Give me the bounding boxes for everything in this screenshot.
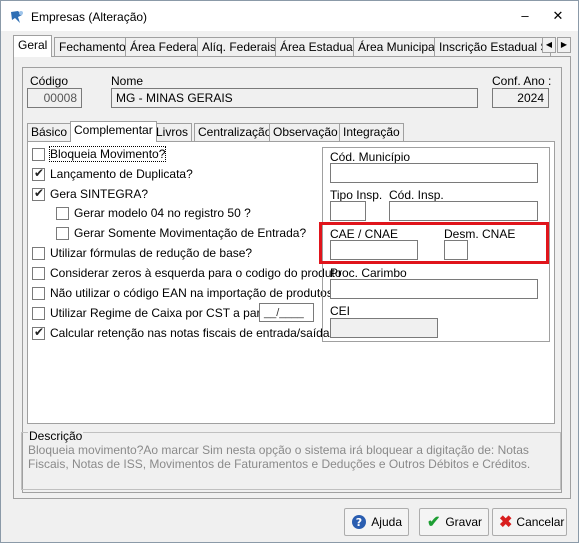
tab-geral[interactable]: Geral xyxy=(13,35,53,57)
tab-inscricao-estadual[interactable]: Inscrição Estadual S xyxy=(434,37,551,57)
help-icon: ? xyxy=(351,513,367,531)
subtab-livros[interactable]: Livros xyxy=(152,123,193,142)
cancel-button-label: Cancelar xyxy=(516,515,565,529)
codigo-label: Código xyxy=(30,74,69,88)
checkbox-label: Lançamento de Duplicata? xyxy=(50,167,193,181)
checkbox-label: Considerar zeros à esquerda para o codig… xyxy=(50,266,342,280)
checkbox-box[interactable] xyxy=(32,286,45,300)
tab-area-municipal[interactable]: Área Municipal xyxy=(353,37,443,57)
codigo-field: 00008 xyxy=(27,88,82,108)
checkbox-box[interactable] xyxy=(32,266,45,280)
conf-ano-field: 2024 xyxy=(492,88,549,108)
checkbox-label: Utilizar Regime de Caixa por CST a parti… xyxy=(50,306,288,320)
checkbox-label: Não utilizar o código EAN na importação … xyxy=(50,286,333,300)
help-button[interactable]: ? Ajuda xyxy=(344,508,409,536)
description-title: Descrição xyxy=(28,429,84,443)
tab-area-estadual[interactable]: Área Estadual xyxy=(275,37,361,57)
help-button-label: Ajuda xyxy=(371,515,402,529)
lancamento-duplicata-checkbox[interactable]: Lançamento de Duplicata? xyxy=(32,166,193,181)
checkbox-box[interactable] xyxy=(32,147,45,161)
tab-area-federal[interactable]: Área Federal xyxy=(125,37,205,57)
cei-input xyxy=(330,318,438,338)
checkbox-box[interactable] xyxy=(32,325,45,340)
checkbox-label: Gera SINTEGRA? xyxy=(50,187,149,201)
checkbox-label: Gerar Somente Movimentação de Entrada? xyxy=(74,226,307,240)
checkbox-box[interactable] xyxy=(32,246,45,260)
close-button[interactable]: ✕ xyxy=(548,7,568,25)
tab-fechamento[interactable]: Fechamento xyxy=(54,37,131,57)
subtab-observacao[interactable]: Observação xyxy=(269,123,342,142)
calcular-retencao-checkbox[interactable]: Calcular retenção nas notas fiscais de e… xyxy=(32,325,330,340)
subtab-basico[interactable]: Básico xyxy=(27,123,72,142)
cod-insp-label: Cód. Insp. xyxy=(389,188,444,202)
nome-field: MG - MINAS GERAIS xyxy=(111,88,478,108)
save-button[interactable]: ✔ Gravar xyxy=(419,508,489,536)
subtab-complementar[interactable]: Complementar xyxy=(70,121,157,142)
cod-municipio-label: Cód. Município xyxy=(330,150,411,164)
nome-label: Nome xyxy=(111,74,144,88)
tipo-insp-label: Tipo Insp. xyxy=(330,188,383,202)
checkbox-box[interactable] xyxy=(56,226,69,240)
proc-carimbo-label: Proc. Carimbo xyxy=(330,266,407,280)
description-text: Bloqueia movimento?Ao marcar Sim nesta o… xyxy=(28,443,531,471)
checkbox-box[interactable] xyxy=(32,186,45,201)
cod-municipio-input[interactable] xyxy=(330,163,538,183)
checkbox-box[interactable] xyxy=(32,306,45,320)
cross-icon: ✖ xyxy=(499,514,513,531)
nao-utilizar-ean-checkbox[interactable]: Não utilizar o código EAN na importação … xyxy=(32,286,333,300)
regime-caixa-date-input[interactable]: __/____ xyxy=(259,303,314,322)
tab-scroll-left-icon[interactable]: ◀ xyxy=(542,37,556,53)
window-title: Empresas (Alteração) xyxy=(31,10,148,24)
svg-text:?: ? xyxy=(356,516,362,529)
proc-carimbo-input[interactable] xyxy=(330,279,538,299)
gera-sintegra-checkbox[interactable]: Gera SINTEGRA? xyxy=(32,186,149,201)
save-button-label: Gravar xyxy=(445,515,482,529)
app-icon xyxy=(11,11,23,23)
cei-label: CEI xyxy=(330,304,351,318)
regime-caixa-checkbox[interactable]: Utilizar Regime de Caixa por CST a parti… xyxy=(32,306,287,320)
check-icon: ✔ xyxy=(426,514,441,531)
checkbox-label: Calcular retenção nas notas fiscais de e… xyxy=(50,326,330,340)
zeros-esquerda-checkbox[interactable]: Considerar zeros à esquerda para o codig… xyxy=(32,266,342,280)
checkbox-label: Gerar modelo 04 no registro 50 ? xyxy=(74,206,251,220)
bloqueia-movimento-checkbox[interactable]: Bloqueia Movimento? xyxy=(32,146,167,162)
tipo-insp-input[interactable] xyxy=(330,201,366,221)
subtab-integracao[interactable]: Integração xyxy=(339,123,404,142)
cod-insp-input[interactable] xyxy=(389,201,538,221)
checkbox-label: Utilizar fórmulas de redução de base? xyxy=(50,246,253,260)
cancel-button[interactable]: ✖ Cancelar xyxy=(492,508,567,536)
gerar-modelo-04-checkbox[interactable]: Gerar modelo 04 no registro 50 ? xyxy=(56,206,251,220)
tab-scroll-right-icon[interactable]: ▶ xyxy=(557,37,571,53)
checkbox-label: Bloqueia Movimento? xyxy=(48,146,167,162)
formulas-reducao-base-checkbox[interactable]: Utilizar fórmulas de redução de base? xyxy=(32,246,252,260)
gerar-somente-entrada-checkbox[interactable]: Gerar Somente Movimentação de Entrada? xyxy=(56,226,306,240)
tab-aliq-federais[interactable]: Alíq. Federais xyxy=(197,37,282,57)
title-bar: Empresas (Alteração) – ✕ xyxy=(1,1,578,31)
checkbox-box[interactable] xyxy=(32,166,45,181)
highlight-box xyxy=(319,222,549,264)
checkbox-box[interactable] xyxy=(56,206,69,220)
window: Empresas (Alteração) – ✕ Geral Fechament… xyxy=(0,0,579,543)
minimize-button[interactable]: – xyxy=(515,7,535,25)
subtab-centralizacao[interactable]: Centralização xyxy=(194,123,276,142)
conf-ano-label: Conf. Ano : xyxy=(492,74,552,88)
top-tab-bar: Geral Fechamento Área Federal Alíq. Fede… xyxy=(13,35,575,57)
